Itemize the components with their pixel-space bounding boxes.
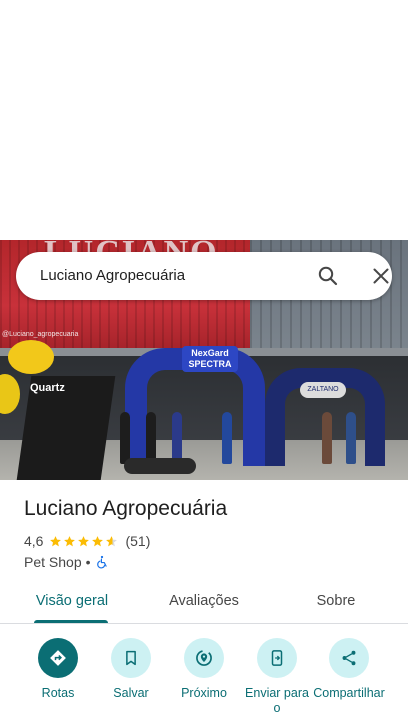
place-title: Luciano Agropecuária (24, 497, 228, 520)
person (146, 412, 156, 464)
person (172, 412, 182, 464)
directions-button[interactable]: Rotas (22, 638, 94, 701)
bookmark-icon (126, 650, 136, 666)
person (322, 412, 332, 464)
directions-label: Rotas (41, 686, 75, 700)
nearby-button[interactable]: Próximo (168, 638, 240, 701)
directions-button-circle[interactable] (38, 638, 78, 678)
person (120, 412, 130, 464)
directions-icon (50, 650, 66, 666)
rating-value: 4,6 (24, 533, 44, 549)
rating-row[interactable]: 4,6 (51) (24, 532, 150, 550)
search-input[interactable]: Luciano Agropecuária (40, 252, 185, 300)
half-star-icon (106, 535, 118, 546)
send-to-phone-icon (271, 650, 283, 666)
motorcycle (124, 458, 196, 474)
star-icon (92, 535, 104, 546)
tab-bar: Visão geral Avaliações Sobre (0, 584, 408, 624)
map-blank-area (0, 0, 408, 240)
star-icon (64, 535, 76, 546)
close-icon[interactable] (369, 264, 393, 288)
send-to-phone-button[interactable]: Enviar para o (241, 638, 313, 716)
tab-about[interactable]: Sobre (296, 584, 376, 624)
wheelchair-accessible-icon (96, 555, 107, 569)
tab-overview[interactable]: Visão geral (24, 584, 120, 624)
separator-dot: • (85, 554, 91, 570)
yellow-balloon (8, 340, 54, 374)
review-count[interactable]: (51) (125, 533, 150, 549)
star-icon (50, 535, 62, 546)
share-label: Compartilhar (313, 686, 385, 700)
save-label: Salvar (113, 686, 149, 700)
share-icon (342, 650, 356, 666)
category-row: Pet Shop • (24, 553, 109, 571)
person (222, 412, 232, 464)
star-rating (49, 535, 119, 548)
search-bar[interactable]: Luciano Agropecuária (16, 252, 392, 300)
nearby-label: Próximo (181, 686, 227, 700)
save-button-circle[interactable] (111, 638, 151, 678)
share-button[interactable]: Compartilhar (313, 638, 385, 701)
tab-reviews[interactable]: Avaliações (152, 584, 256, 624)
person (346, 412, 356, 464)
tent-sign: ZALTANO (300, 382, 346, 398)
place-category: Pet Shop (24, 554, 82, 570)
send-to-phone-button-circle[interactable] (257, 638, 297, 678)
star-icon (78, 535, 90, 546)
share-button-circle[interactable] (329, 638, 369, 678)
quartz-label: Quartz (30, 382, 65, 394)
active-tab-indicator (34, 620, 108, 623)
nearby-button-circle[interactable] (184, 638, 224, 678)
search-icon[interactable] (316, 264, 340, 288)
facade-handle: @Luciano_agropecuaria (2, 331, 79, 338)
send-to-phone-label: Enviar para o (245, 686, 309, 715)
save-button[interactable]: Salvar (95, 638, 167, 701)
nearby-icon (196, 650, 212, 666)
nexgard-sign: NexGard SPECTRA (182, 346, 238, 372)
